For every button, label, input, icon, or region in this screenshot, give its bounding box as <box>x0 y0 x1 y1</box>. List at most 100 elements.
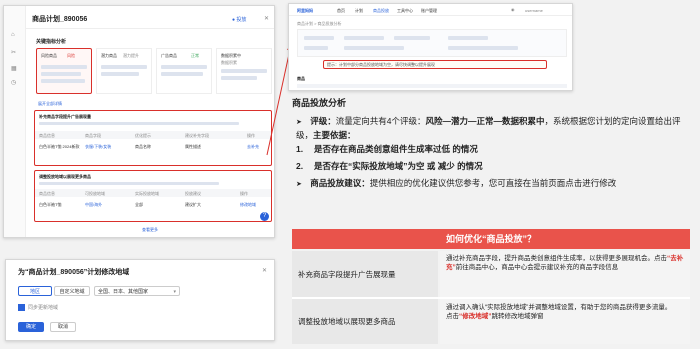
table2-box: 调整投放地域以展现更多商品 商品信息 可投放地域 实际投放地域 投放建议 操作 … <box>34 170 272 222</box>
alert-bar: 提示：计划中部分商品投放地域为空，请尽快调整以提升展现 <box>323 60 547 69</box>
plan-title: 商品计划_890056 <box>32 16 88 23</box>
t2-cell2: 全部 <box>135 202 143 207</box>
nav-product[interactable]: 商品投放 <box>373 8 389 13</box>
arrow-bullet-icon: ➤ <box>296 119 302 126</box>
close-icon[interactable]: ✕ <box>264 16 269 23</box>
checkbox-label: 同步更新地域 <box>28 304 59 311</box>
t1-col0: 商品信息 <box>39 132 55 138</box>
icon-rail: ⌂ ✂ ▦ ◷ <box>4 6 26 237</box>
table1-box: 补充商品字段提升广告展现量 商品信息 商品字段 优化提示 建议补充字段 操作 白… <box>34 110 272 166</box>
table2-row: 白色半袖T恤 中国/海外 全部 建议扩大 修改地域 <box>35 200 271 218</box>
home-icon[interactable]: ⌂ <box>11 32 15 39</box>
card-potential-title: 潜力商品 <box>101 53 117 58</box>
t1-cell0: 白色半袖T恤 2024新款 <box>39 144 80 149</box>
grid-icon[interactable]: ▦ <box>11 66 17 73</box>
tips-row-2-desc: 通过调入确认“实际投放地域”并调整地域设置，有助于您的商品获得更多流量。 点击“修… <box>440 299 690 325</box>
card-risk-title: 风险商品 <box>41 53 57 58</box>
t2-col2: 实际投放地域 <box>135 190 159 196</box>
expand-link[interactable]: 展开全部详情 <box>38 101 62 106</box>
tips-row-2-desc-b: 点击 <box>446 313 459 320</box>
t1-col2: 优化提示 <box>135 132 151 138</box>
card-accumulating[interactable]: 数据积累中 数据积累 <box>216 48 272 94</box>
tips-row-1-desc-a: 通过补充商品字段，提升商品类创意组件生成率，以获得更多展现机会。 <box>446 255 654 262</box>
question-text: 如何优化“商品投放”？ <box>445 234 536 244</box>
tips-row-1-desc-c: 前往商品中心，商品中心会提示建议补充的商品字段信息 <box>455 264 619 271</box>
bullet2: ➤ 商品投放建议：提供相应的优化建议供您参考，您可直接在当前页面点击进行修改 <box>296 177 688 191</box>
numbered-1: 1. 是否存在商品类创意组件生成率过低 的情况 <box>296 143 478 155</box>
bullet1: ➤ 评级：流量定向共有4个评级：风险—潜力—正常—数据积累中，系统根据您计划的定… <box>296 115 688 142</box>
card-accumulating-value: 数据积累 <box>221 60 237 65</box>
numbered-2: 2. 是否存在“实际投放地域”为空 或 减少 的情况 <box>296 160 483 172</box>
modify-region-tip: “修改地域” <box>459 313 492 320</box>
alert-text: 提示：计划中部分商品投放地域为空，请尽快调整以提升展现 <box>327 62 435 67</box>
tips-row-1-label-cell: 补充商品字段提升广告展现量 <box>292 251 438 297</box>
t1-cell2: 商品名称 <box>135 144 151 149</box>
product-list-placeholder <box>297 84 567 88</box>
card-potential[interactable]: 潜力商品 潜力提升 <box>96 48 152 94</box>
card-risk[interactable]: 风险商品 风险 <box>36 48 92 94</box>
go-supplement-link[interactable]: 去补充 <box>247 144 259 149</box>
brand-logo: 阿里妈妈 <box>297 8 313 13</box>
section-title: 关键指标分析 <box>36 39 67 45</box>
help-icon[interactable]: ? <box>260 212 269 221</box>
clock-icon[interactable]: ◷ <box>11 80 16 87</box>
t1-col4: 操作 <box>247 132 255 138</box>
bell-icon[interactable]: ◉ <box>511 7 515 12</box>
dialog-close-icon[interactable]: ✕ <box>262 268 267 275</box>
tips-row-2: 调整投放地域以展现更多商品 通过调入确认“实际投放地域”并调整地域设置，有助于您… <box>292 299 690 344</box>
card-ad[interactable]: 广告商品 正常 <box>156 48 212 94</box>
tips-table: 补充商品字段提升广告展现量 通过补充商品字段，提升商品类创意组件生成率，以获得更… <box>292 251 690 344</box>
dialog-tab-custom[interactable]: 自定义地域 <box>54 286 90 296</box>
table2-title: 调整投放地域以展现更多商品 <box>39 174 91 179</box>
question-banner: 如何优化“商品投放”？ <box>292 229 690 249</box>
t2-col4: 操作 <box>240 190 248 196</box>
card-ad-value: 正常 <box>191 53 199 58</box>
t2-col3: 投放建议 <box>185 190 201 196</box>
header-status[interactable]: ● 投放 <box>232 17 246 23</box>
nav-tools[interactable]: 工具中心 <box>397 8 413 13</box>
t1-cell1[interactable]: 衣服/下装/女装 <box>85 144 131 149</box>
n2-text: 是否存在“实际投放地域”为空 或 减少 的情况 <box>314 161 483 171</box>
region-select[interactable]: 全国、日本、其他国家 ▾ <box>94 286 180 296</box>
card-risk-badge: 风险 <box>67 53 75 58</box>
t2-cell1[interactable]: 中国/海外 <box>85 202 102 207</box>
table1-header: 商品信息 商品字段 优化提示 建议补充字段 操作 <box>35 131 271 139</box>
nav-account[interactable]: 账户管理 <box>421 8 437 13</box>
tips-row-2-label: 调整投放地域以展现更多商品 <box>298 317 396 326</box>
region-select-value: 全国、日本、其他国家 <box>98 289 149 295</box>
right-screenshot: 阿里妈妈 首页 计划 商品投放 工具中心 账户管理 ◉ username 商品计… <box>288 3 573 91</box>
card-ad-title: 广告商品 <box>161 53 177 58</box>
table1-row: 白色半袖T恤 2024新款 衣服/下装/女装 商品名称 属性描述 去补充 <box>35 142 271 160</box>
breadcrumb[interactable]: 商品计划 > 商品投放分析 <box>297 21 342 26</box>
card-potential-value: 潜力提升 <box>123 53 139 58</box>
scissors-icon[interactable]: ✂ <box>11 50 16 57</box>
t2-cell3: 建议扩大 <box>185 202 201 207</box>
footer-link[interactable]: 查看更多 <box>142 227 158 232</box>
tips-row-1-desc-cell: 通过补充商品字段，提升商品类创意组件生成率，以获得更多展现机会。点击“去补充”前… <box>440 251 690 297</box>
cancel-button[interactable]: 取消 <box>50 322 76 332</box>
bullet2-text: 提供相应的优化建议供您参考，您可直接在当前页面点击进行修改 <box>369 178 617 188</box>
explain-panel: 商品投放分析 ➤ 评级：流量定向共有4个评级：风险—潜力—正常—数据积累中，系统… <box>292 98 692 218</box>
table1-title: 补充商品字段提升广告展现量 <box>39 114 91 119</box>
dialog-tab-region[interactable]: 地区 <box>18 286 52 296</box>
checkbox-icon <box>18 304 25 311</box>
tips-row-1-label: 补充商品字段提升广告展现量 <box>298 269 396 279</box>
nav-plan[interactable]: 计划 <box>355 8 363 13</box>
t1-col1: 商品字段 <box>85 132 101 138</box>
tips-row-2-desc-c: 跳转修改地域弹窗 <box>491 313 544 320</box>
sync-checkbox[interactable]: 同步更新地域 <box>18 304 58 311</box>
chevron-down-icon: ▾ <box>173 289 176 295</box>
summary-panel <box>297 29 567 57</box>
top-nav: 阿里妈妈 首页 计划 商品投放 工具中心 账户管理 ◉ username <box>289 4 572 16</box>
modify-region-link[interactable]: 修改地域 <box>240 202 256 207</box>
nav-home[interactable]: 首页 <box>337 8 345 13</box>
user-name[interactable]: username <box>525 8 543 13</box>
card-accumulating-title: 数据积累中 <box>221 53 241 58</box>
ok-button[interactable]: 确定 <box>18 322 44 332</box>
n1-text: 是否存在商品类创意组件生成率过低 的情况 <box>314 144 478 154</box>
tips-row-1: 补充商品字段提升广告展现量 通过补充商品字段，提升商品类创意组件生成率，以获得更… <box>292 251 690 299</box>
left-screenshot: ⌂ ✂ ▦ ◷ 商品计划_890056 ● 投放 ✕ 关键指标分析 风险商品 风… <box>3 5 275 238</box>
t2-col0: 商品信息 <box>39 190 55 196</box>
t2-cell0: 白色半袖T恤 <box>39 202 62 207</box>
header-divider <box>26 28 274 29</box>
